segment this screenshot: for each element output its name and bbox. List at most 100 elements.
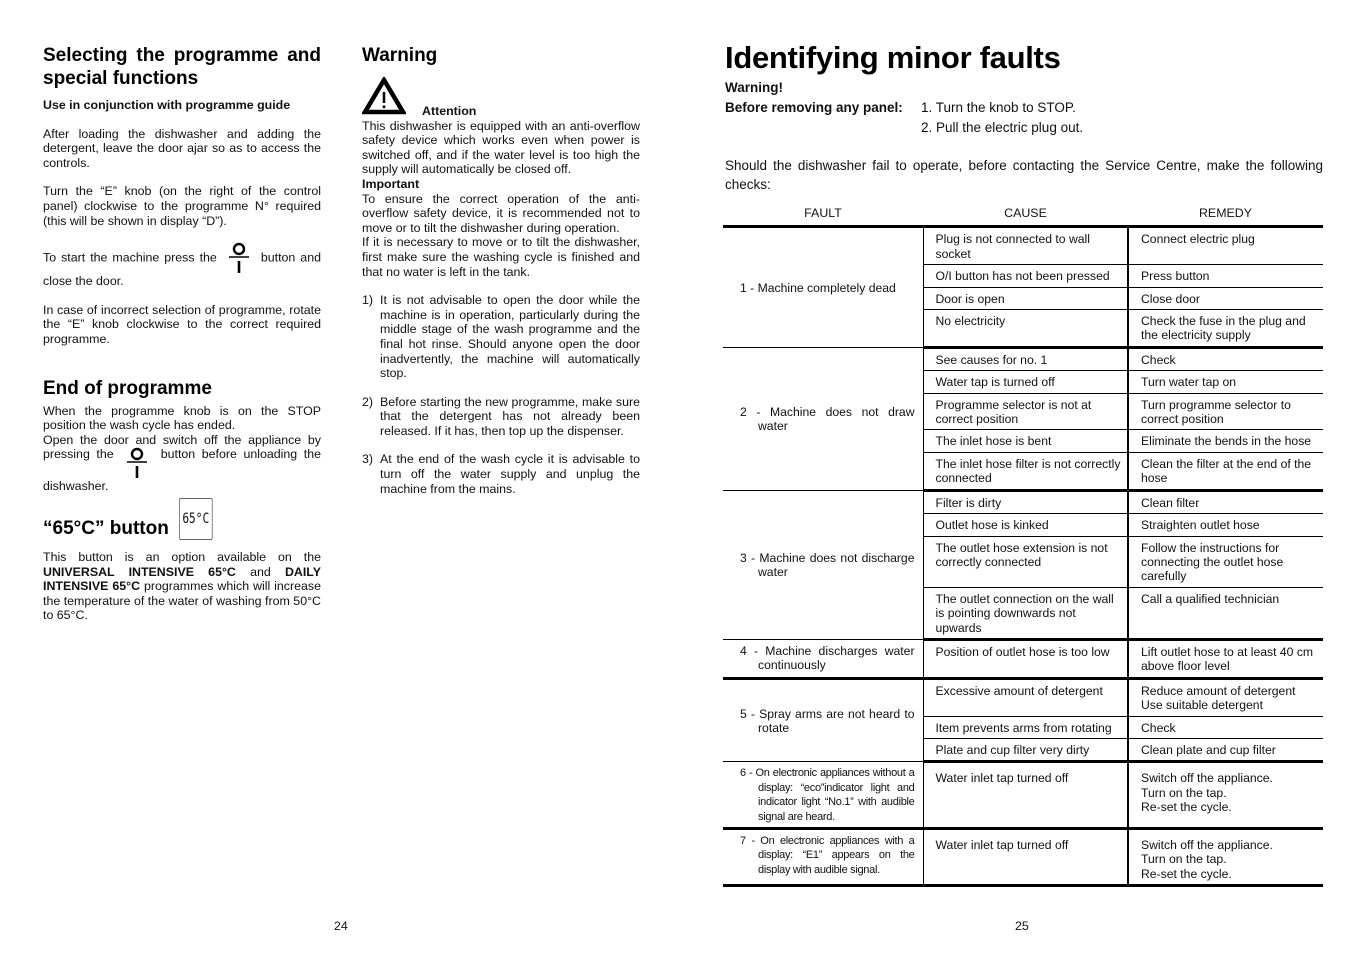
selecting-paragraph-2: Turn the “E” knob (on the right of the c… <box>43 184 321 228</box>
selecting-paragraph-3: To start the machine press the button an… <box>43 242 321 289</box>
cause-cell: Water tap is turned off <box>922 370 1128 394</box>
remedy-cell: Press button <box>1127 264 1323 288</box>
table-row: 6 - On electronic appliances without a d… <box>723 761 1323 830</box>
cause-cell: See causes for no. 1 <box>922 347 1128 372</box>
fault-cell: 1 - Machine completely dead <box>723 226 923 348</box>
list-number: 1) <box>362 293 374 308</box>
start-text-before: To start the machine press the <box>43 250 217 265</box>
page-title: Identifying minor faults <box>725 40 1061 75</box>
cause-cell: The inlet hose is bent <box>922 429 1128 453</box>
selecting-programme-section: Selecting the programme and special func… <box>43 44 321 623</box>
list-text: It is not advisable to open the door whi… <box>380 293 640 381</box>
table-row: 7 - On electronic appliances with a disp… <box>723 828 1323 888</box>
cause-cell: Filter is dirty <box>922 490 1128 515</box>
cause-cell: The inlet hose filter is not correctly c… <box>922 452 1128 492</box>
cause-cell: Plate and cup filter very dirty <box>922 738 1128 764</box>
fault-cell: 7 - On electronic appliances with a disp… <box>723 828 923 888</box>
fault-text: 5 - Spray arms are not heard to rotate <box>740 706 915 736</box>
remedy-cell: Switch off the appliance. Turn on the ta… <box>1127 761 1323 830</box>
end-paragraph-1: When the programme knob is on the STOP p… <box>43 403 321 433</box>
column-header-cause: CAUSE <box>923 204 1128 229</box>
cause-cell: Programme selector is not at correct pos… <box>922 393 1128 431</box>
cause-cell: Excessive amount of detergent <box>922 678 1128 717</box>
cause-cell: No electricity <box>922 309 1128 349</box>
intro-paragraph: Should the dishwasher fail to operate, b… <box>725 158 1323 192</box>
attention-row: Attention <box>361 75 640 119</box>
remedy-cell: Follow the instructions for connecting t… <box>1127 536 1323 588</box>
selecting-programme-heading: Selecting the programme and special func… <box>43 45 321 89</box>
table-row: 2 - Machine does not draw water See cause… <box>723 347 1323 491</box>
end-paragraph-2: Open the door and switch off the applian… <box>43 433 321 494</box>
fault-cell: 5 - Spray arms are not heard to rotate <box>723 678 923 763</box>
cause-cell: The outlet hose extension is not correct… <box>922 536 1128 588</box>
important-label: Important <box>362 176 420 191</box>
column-header-remedy: REMEDY <box>1128 204 1323 229</box>
cause-cell: Door is open <box>922 287 1128 311</box>
programme-guide-subheading: Use in conjunction with programme guide <box>43 98 291 112</box>
remedy-cell: Check <box>1127 716 1323 739</box>
cause-cell: Plug is not connected to wall socket <box>922 226 1128 266</box>
step-1: 1. Turn the knob to STOP. <box>921 100 1076 115</box>
list-number: 3) <box>362 452 374 467</box>
65c-button-icon: 65°C <box>178 497 213 540</box>
fault-text: 2 - Machine does not draw water <box>740 404 915 434</box>
list-text: At the end of the wash cycle it is advis… <box>380 452 640 496</box>
table-row: 4 - Machine discharges water continuousl… <box>723 639 1323 680</box>
list-number: 2) <box>362 394 374 409</box>
remedy-cell: Turn programme selector to correct posit… <box>1127 393 1323 431</box>
before-removing-label: Before removing any panel: <box>725 100 903 115</box>
column-header-fault: FAULT <box>723 204 923 229</box>
button65-text-2: and <box>235 564 285 579</box>
fault-text: 4 - Machine discharges water continuousl… <box>740 643 915 673</box>
warning-list-item: 1) It is not advisable to open the door w… <box>362 293 640 381</box>
remedy-cell: Switch off the appliance. Turn on the ta… <box>1127 828 1323 888</box>
attention-text: This dishwasher is equipped with an anti… <box>362 118 640 177</box>
on-off-button-icon <box>126 447 148 479</box>
warning-heading: Warning <box>362 45 438 66</box>
steps-spacer <box>725 118 921 138</box>
fault-text: 6 - On electronic appliances without a d… <box>740 767 915 823</box>
remedy-cell: Connect electric plug <box>1127 226 1323 266</box>
remedy-cell: Reduce amount of detergent Use suitable … <box>1127 678 1323 717</box>
remedy-cell: Call a qualified technician <box>1127 587 1323 641</box>
table-header-row: FAULT CAUSE REMEDY <box>723 204 1323 229</box>
cause-cell: Outlet hose is kinked <box>922 513 1128 537</box>
cause-cell: Water inlet tap turned off <box>922 761 1128 830</box>
cause-cell: Item prevents arms from rotating <box>922 716 1128 739</box>
remedy-cell: Clean the filter at the end of the hose <box>1127 452 1323 492</box>
fault-cell: 2 - Machine does not draw water <box>723 347 923 491</box>
warning-list-item: 3) At the end of the wash cycle it is adv… <box>362 452 640 496</box>
important-text-2: If it is necessary to move or to tilt th… <box>362 235 640 279</box>
remedy-cell: Straighten outlet hose <box>1127 513 1323 537</box>
fault-text: 3 - Machine does not discharge water <box>740 550 915 580</box>
selecting-paragraph-4: In case of incorrect selection of progra… <box>43 302 321 346</box>
panel-removal-steps: Before removing any panel: 1. Turn the k… <box>725 98 1323 138</box>
table-row: 1 - Machine completely dead Plug is not c… <box>723 226 1323 348</box>
warning-label: Warning! <box>725 80 783 95</box>
faults-table: FAULT CAUSE REMEDY 1 - Machine completel… <box>723 204 1323 888</box>
end-of-programme-heading: End of programme <box>43 377 212 399</box>
cause-cell: The outlet connection on the wall is poi… <box>922 587 1128 641</box>
warning-triangle-icon <box>361 75 407 119</box>
fault-cell: 4 - Machine discharges water continuousl… <box>723 639 923 680</box>
important-text-1: To ensure the correct operation of the a… <box>362 191 640 235</box>
button65-paragraph: This button is an option available on th… <box>43 550 321 623</box>
remedy-cell: Eliminate the bends in the hose <box>1127 429 1323 453</box>
button65-heading-row: “65°C” button 65°C <box>43 497 321 540</box>
page-number-left: 24 <box>334 919 348 933</box>
fault-cell: 3 - Machine does not discharge water <box>723 490 923 640</box>
minor-faults-section: Identifying minor faults Warning! Before… <box>725 40 1323 194</box>
button65-text-1: This button is an option available on th… <box>43 549 321 564</box>
cause-cell: Water inlet tap turned off <box>922 828 1128 888</box>
remedy-cell: Check the fuse in the plug and the elect… <box>1127 309 1323 349</box>
warning-list: 1) It is not advisable to open the door w… <box>362 293 640 496</box>
remedy-cell: Turn water tap on <box>1127 370 1323 394</box>
button65-heading: “65°C” button <box>43 517 169 539</box>
fault-cell: 6 - On electronic appliances without a d… <box>723 761 923 830</box>
table-row: 3 - Machine does not discharge water Filt… <box>723 490 1323 640</box>
cause-cell: Position of outlet hose is too low <box>922 639 1128 680</box>
attention-label: Attention <box>422 104 477 118</box>
faults-table-body: 1 - Machine completely dead Plug is not c… <box>723 226 1323 888</box>
warning-section: Warning Attention This dishwasher is equ… <box>361 44 640 510</box>
cause-cell: O/I button has not been pressed <box>922 264 1128 288</box>
